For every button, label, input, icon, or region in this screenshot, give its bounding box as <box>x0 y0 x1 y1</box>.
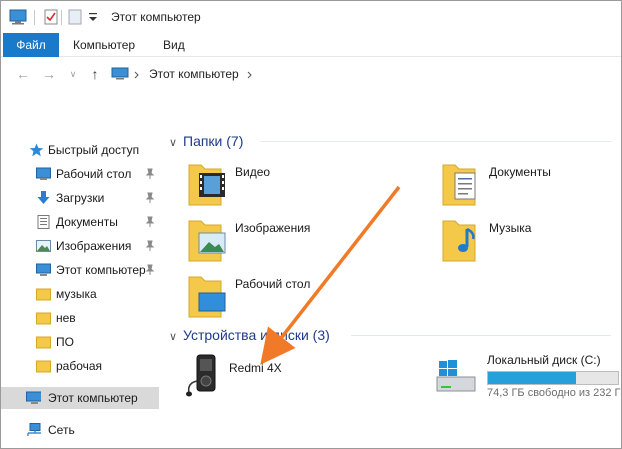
device-label: Redmi 4X <box>229 361 282 375</box>
desktop-folder-icon <box>36 167 51 180</box>
drive-label: Локальный диск (C:) <box>487 353 601 367</box>
sidebar-item-label: Быстрый доступ <box>48 143 140 157</box>
separator <box>61 10 62 25</box>
tab-view[interactable]: Вид <box>149 33 199 57</box>
sidebar-item-label: Изображения <box>56 239 132 253</box>
sidebar-item-label: нев <box>56 311 76 325</box>
properties-icon[interactable] <box>43 9 59 25</box>
tab-file[interactable]: Файл <box>3 33 59 57</box>
sidebar-item-desktop[interactable]: Рабочий стол <box>1 163 159 185</box>
folder-icon <box>36 336 51 349</box>
title-bar: Этот компьютер <box>1 1 621 33</box>
folder-label: Документы <box>489 165 551 179</box>
sidebar-item-po-folder[interactable]: ПО <box>1 331 159 353</box>
folder-label: Музыка <box>489 221 532 235</box>
group-divider <box>351 335 611 336</box>
group-header-devices[interactable]: ∨ Устройства и диски (3) <box>169 325 330 345</box>
sidebar-item-nev-folder[interactable]: нев <box>1 307 159 329</box>
folder-label: Изображения <box>235 221 311 235</box>
tab-computer[interactable]: Компьютер <box>59 33 149 57</box>
computer-icon <box>36 263 51 276</box>
breadcrumb-separator-icon <box>134 71 139 79</box>
pin-icon[interactable] <box>145 192 155 204</box>
recent-locations-chevron-icon[interactable]: ∨ <box>65 66 81 82</box>
sidebar-item-this-pc-pinned[interactable]: Этот компьютер <box>1 259 159 281</box>
new-folder-icon[interactable] <box>67 9 83 25</box>
forward-arrow-icon[interactable]: → <box>41 66 57 82</box>
navigation-bar: ← → ∨ ↑ <box>1 59 621 89</box>
computer-icon <box>111 67 129 80</box>
device-tile-redmi[interactable]: Redmi 4X <box>181 351 381 401</box>
media-player-icon <box>186 354 216 397</box>
computer-icon[interactable] <box>9 9 27 25</box>
pictures-icon <box>36 240 51 252</box>
documents-folder-icon <box>442 164 476 206</box>
sidebar-item-music-folder[interactable]: музыка <box>1 283 159 305</box>
folder-tile-music[interactable]: Музыка <box>441 215 621 265</box>
pin-icon[interactable] <box>145 216 155 228</box>
sidebar-item-label: Рабочий стол <box>56 167 132 181</box>
ribbon-tabs: Файл Компьютер Вид <box>1 33 621 57</box>
sidebar-item-label: музыка <box>56 287 97 301</box>
pin-icon[interactable] <box>145 240 155 252</box>
folder-label: Видео <box>235 165 271 179</box>
sidebar-item-label: Сеть <box>48 423 75 437</box>
customize-toolbar-dropdown-icon[interactable] <box>87 9 99 25</box>
chevron-down-icon[interactable]: ∨ <box>169 133 183 153</box>
drive-usage-bar <box>487 371 619 385</box>
sidebar-item-downloads[interactable]: Загрузки <box>1 187 159 209</box>
sidebar-item-work-folder[interactable]: рабочая <box>1 355 159 377</box>
sidebar-item-network[interactable]: Сеть <box>1 419 159 441</box>
folder-tile-desktop[interactable]: Рабочий стол <box>187 271 387 321</box>
sidebar-item-label: Этот компьютер <box>48 391 138 405</box>
group-divider <box>261 141 611 142</box>
sidebar-item-label: Загрузки <box>56 191 105 205</box>
sidebar-item-this-pc[interactable]: Этот компьютер <box>1 387 159 409</box>
documents-icon <box>37 215 50 229</box>
drive-tile-c[interactable] <box>433 353 483 403</box>
folder-icon <box>36 288 51 301</box>
star-icon <box>29 143 44 157</box>
desktop-folder-icon <box>188 276 226 318</box>
folder-tile-video[interactable]: Видео <box>187 159 387 209</box>
folder-icon <box>36 312 51 325</box>
video-folder-icon <box>188 164 225 206</box>
windows-drive-icon <box>436 360 476 392</box>
sidebar-item-label: Этот компьютер <box>56 263 146 277</box>
folder-label: Рабочий стол <box>235 277 311 291</box>
downloads-icon <box>37 191 50 204</box>
chevron-down-icon[interactable]: ∨ <box>169 327 183 347</box>
pin-icon[interactable] <box>145 168 155 180</box>
computer-icon <box>26 391 41 404</box>
separator <box>34 10 35 25</box>
sidebar-item-label: Документы <box>56 215 118 229</box>
sidebar-item-label: рабочая <box>56 359 103 373</box>
sidebar-item-quick-access[interactable]: Быстрый доступ <box>1 139 159 161</box>
folder-tile-pictures[interactable]: Изображения <box>187 215 387 265</box>
up-arrow-icon[interactable]: ↑ <box>87 66 103 82</box>
content-pane: ∨ Папки (7) Видео Документы Изображения … <box>161 119 621 448</box>
network-icon <box>27 423 41 436</box>
explorer-window: Этот компьютер Файл Компьютер Вид ← → ∨ … <box>0 0 622 449</box>
sidebar-item-pictures[interactable]: Изображения <box>1 235 159 257</box>
drive-free-space: 74,3 ГБ свободно из 232 ГБ <box>487 387 621 399</box>
address-path[interactable]: Этот компьютер <box>149 63 239 85</box>
sidebar-item-label: ПО <box>56 335 74 349</box>
drive-usage-fill <box>488 372 577 384</box>
navigation-pane: Быстрый доступ Рабочий стол Загрузки Док… <box>1 131 161 448</box>
pin-icon[interactable] <box>145 264 155 276</box>
window-title: Этот компьютер <box>111 10 201 24</box>
group-header-folders[interactable]: ∨ Папки (7) <box>169 131 243 151</box>
sidebar-item-documents[interactable]: Документы <box>1 211 159 233</box>
breadcrumb-chevron-icon[interactable] <box>247 71 253 79</box>
pictures-folder-icon <box>188 220 226 262</box>
folder-tile-documents[interactable]: Документы <box>441 159 621 209</box>
back-arrow-icon[interactable]: ← <box>15 66 31 82</box>
music-folder-icon <box>442 220 476 262</box>
folder-icon <box>36 360 51 373</box>
